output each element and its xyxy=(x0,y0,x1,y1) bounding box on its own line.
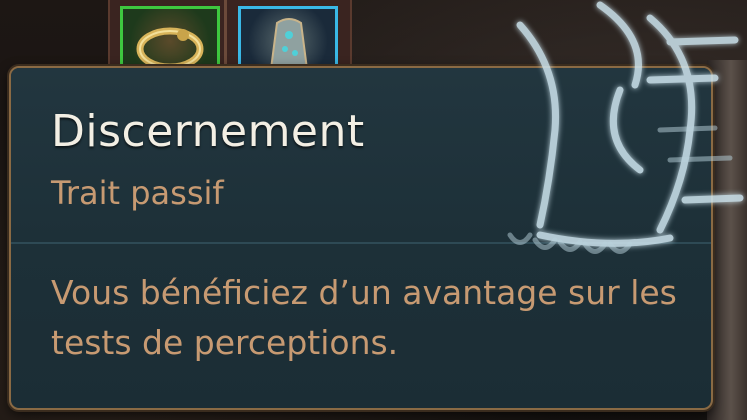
trait-type: Trait passif xyxy=(51,174,224,212)
trait-title: Discernement xyxy=(51,106,365,157)
game-scene: Discernement Trait passif Vous bénéficie… xyxy=(0,0,747,420)
character-art-edge xyxy=(707,60,747,420)
trait-description: Vous bénéficiez d’un avantage sur les te… xyxy=(51,273,677,362)
trait-tooltip: Discernement Trait passif Vous bénéficie… xyxy=(9,66,713,410)
ring-icon xyxy=(136,27,204,71)
boots-icon xyxy=(269,18,309,70)
